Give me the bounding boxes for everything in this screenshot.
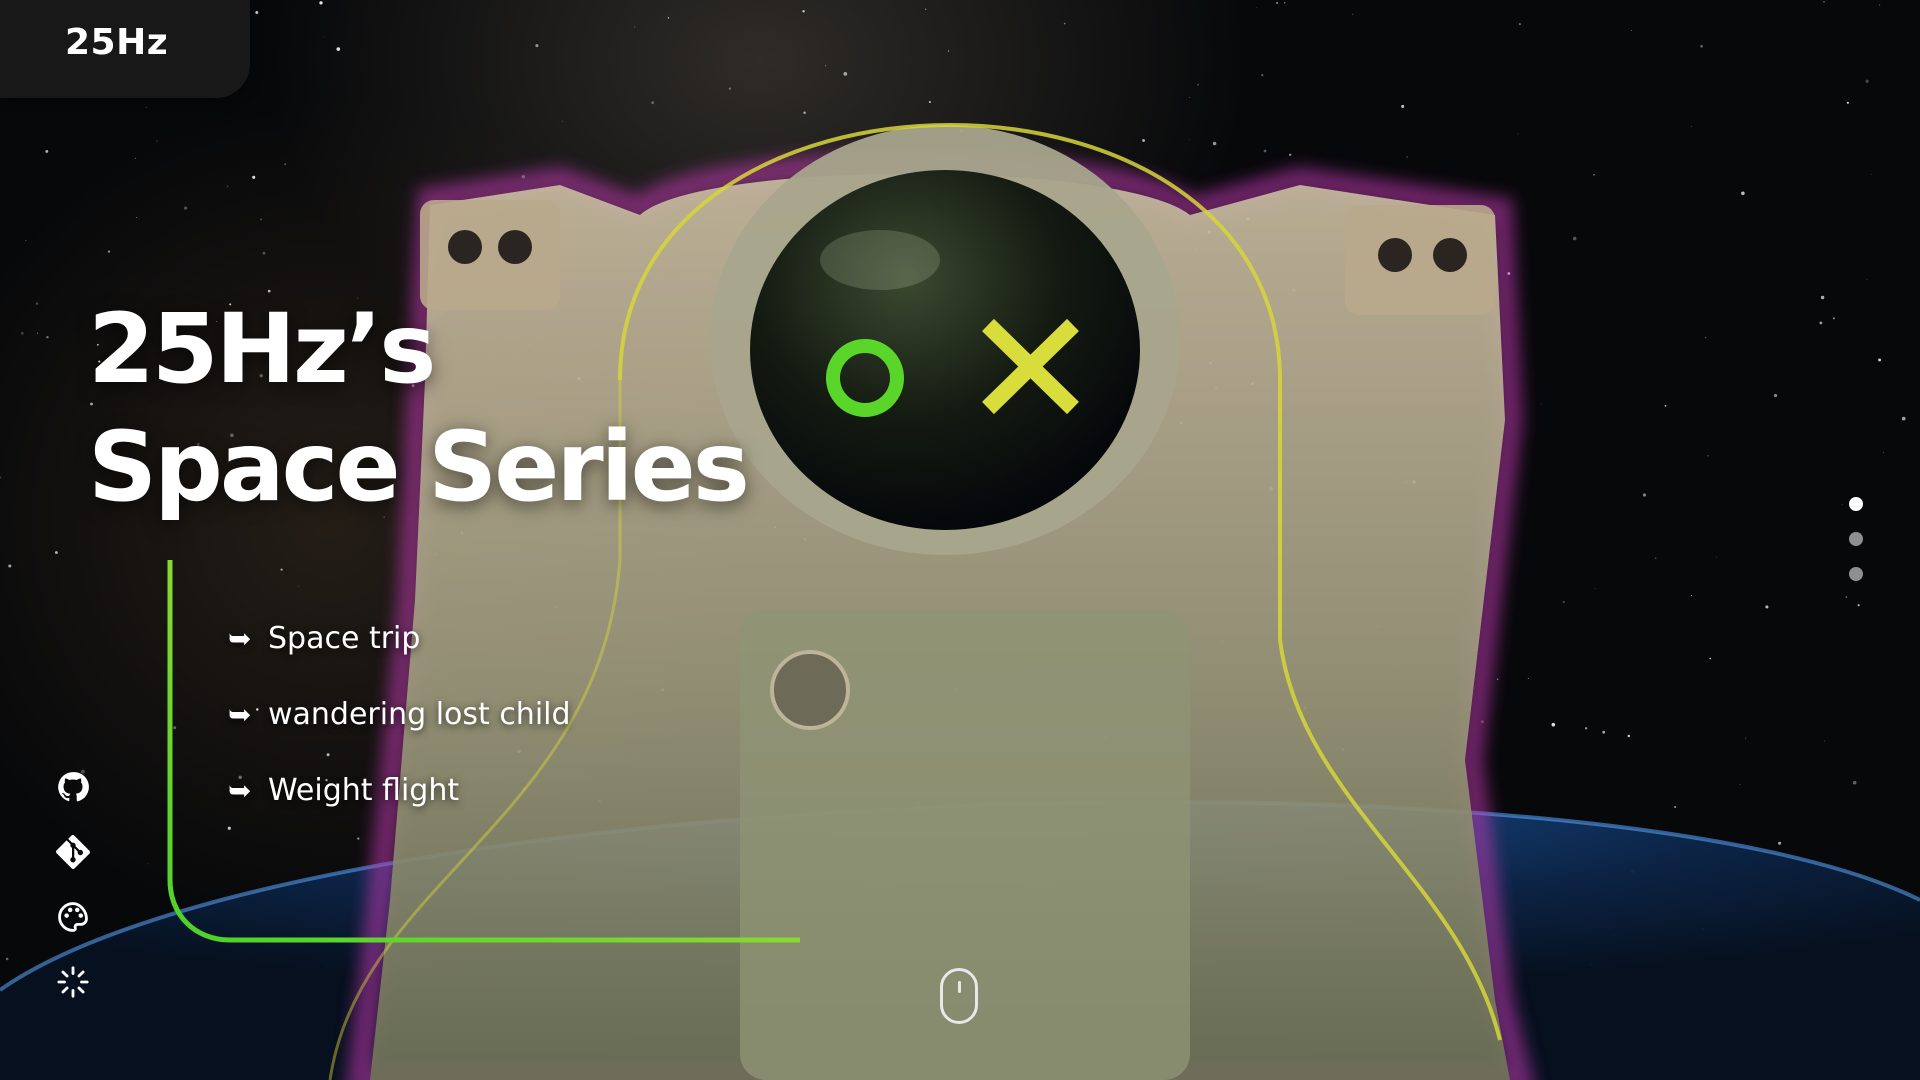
- astronaut-artwork: [0, 123, 1920, 1080]
- feature-label: Weight flight: [268, 772, 460, 808]
- chest-emblem: [770, 650, 850, 730]
- feature-label: Space trip: [268, 620, 421, 656]
- brand-name: 25Hz: [65, 22, 169, 63]
- mouse-wheel: [958, 981, 961, 993]
- palette-icon[interactable]: [56, 900, 90, 934]
- feature-item: ➥ wandering lost child: [228, 676, 571, 752]
- scroll-down-mouse-icon[interactable]: [940, 968, 978, 1024]
- github-icon[interactable]: [56, 770, 90, 804]
- feature-list: ➥ Space trip ➥ wandering lost child ➥ We…: [228, 600, 571, 828]
- pager-dot-2[interactable]: [1849, 532, 1863, 546]
- brand-tab[interactable]: 25Hz: [0, 0, 250, 98]
- arrow-icon: ➥: [228, 621, 252, 655]
- pager-dot-3[interactable]: [1849, 567, 1863, 581]
- feature-label: wandering lost child: [268, 696, 571, 732]
- feature-item: ➥ Space trip: [228, 600, 571, 676]
- arrow-icon: ➥: [228, 697, 252, 731]
- slide-pager: [1849, 497, 1863, 602]
- hero-title: 25Hz’s Space Series: [88, 290, 750, 526]
- git-icon[interactable]: [56, 835, 90, 869]
- helmet-visor: [750, 170, 1140, 530]
- hero-title-line-1: 25Hz’s: [88, 293, 436, 405]
- arrow-icon: ➥: [228, 773, 252, 807]
- hero-section: 25Hz 25Hz’s Space Series ➥ Space trip ➥ …: [0, 0, 1920, 1080]
- right-shoulder-pack: [1345, 205, 1495, 315]
- social-links: [56, 770, 90, 1030]
- loader-icon[interactable]: [56, 965, 90, 999]
- feature-item: ➥ Weight flight: [228, 752, 571, 828]
- pager-dot-1[interactable]: [1849, 497, 1863, 511]
- hero-title-line-2: Space Series: [88, 411, 750, 523]
